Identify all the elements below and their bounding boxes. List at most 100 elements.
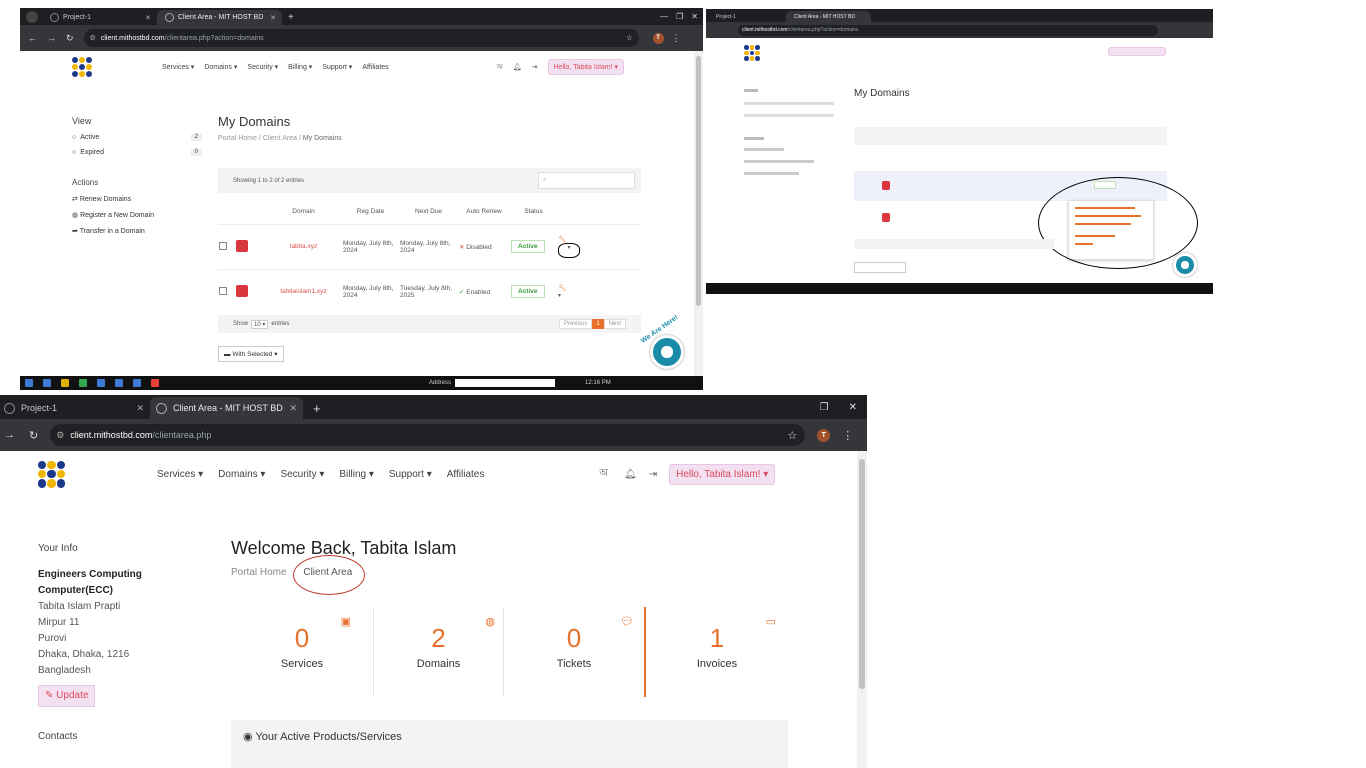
- close-window-icon[interactable]: ✕: [849, 402, 857, 413]
- nav-services[interactable]: Services ▾: [157, 469, 203, 480]
- col-domain[interactable]: Domain: [265, 200, 342, 224]
- taskbar-app-icon[interactable]: [61, 379, 69, 387]
- breadcrumb-client-area[interactable]: Client Area: [263, 135, 297, 142]
- stat-services[interactable]: ▣ 0 Services: [231, 607, 373, 697]
- action-register-domain[interactable]: ◍ Register a New Domain: [72, 211, 202, 219]
- nav-services[interactable]: Services ▾: [162, 63, 194, 71]
- sidebar-item-expired[interactable]: ○ Expired 0: [72, 149, 202, 156]
- tab-project[interactable]: Project-1 ✕: [0, 397, 150, 419]
- wrench-icon[interactable]: 🔧︎: [558, 236, 566, 243]
- url-field[interactable]: ⚙ client.mithostbd.com/clientarea.php ☆: [50, 424, 806, 446]
- page-scrollbar[interactable]: [694, 51, 703, 376]
- bookmark-icon[interactable]: ☆: [787, 429, 797, 442]
- notification-icon[interactable]: 🔔︎: [624, 469, 637, 480]
- profile-avatar[interactable]: T: [652, 32, 664, 44]
- stat-invoices[interactable]: ▭ 1 Invoices: [646, 607, 788, 697]
- update-button[interactable]: ✎ Update: [38, 685, 96, 707]
- logout-icon[interactable]: ⇥: [649, 469, 657, 480]
- bookmark-icon[interactable]: ☆: [626, 34, 632, 42]
- taskbar-app-icon[interactable]: [79, 379, 87, 387]
- profile-avatar[interactable]: T: [817, 428, 831, 442]
- tab-client-area[interactable]: Client Area - MIT HOST BD: [786, 11, 871, 22]
- new-tab-icon[interactable]: +: [288, 12, 294, 23]
- close-window-icon[interactable]: ✕: [691, 12, 698, 21]
- dropdown-toggle[interactable]: ▾: [558, 293, 561, 299]
- url-field[interactable]: ⚙ client.mithostbd.com/clientarea.php?ac…: [83, 29, 639, 47]
- tab-client-area[interactable]: Client Area - MIT HOST BD ✕: [157, 10, 282, 25]
- breadcrumb-portal-home[interactable]: Portal Home: [218, 135, 257, 142]
- nav-support[interactable]: Support ▾: [389, 469, 432, 480]
- table-search-input[interactable]: ⌕: [538, 172, 635, 189]
- col-auto-renew[interactable]: Auto Renew: [458, 200, 510, 224]
- taskbar-address-input[interactable]: [455, 379, 556, 387]
- nav-domains[interactable]: Domains ▾: [218, 469, 265, 480]
- nav-affiliates[interactable]: Affiliates: [362, 64, 388, 71]
- nav-domains[interactable]: Domains ▾: [204, 63, 237, 71]
- language-icon[interactable]: অ: [497, 61, 503, 73]
- reload-icon[interactable]: ↻: [29, 429, 38, 442]
- nav-billing[interactable]: Billing ▾: [339, 469, 374, 480]
- close-icon[interactable]: ✕: [270, 14, 276, 22]
- close-icon[interactable]: ✕: [136, 403, 144, 414]
- close-icon[interactable]: ✕: [145, 14, 151, 22]
- pagination-next[interactable]: Next: [603, 319, 626, 329]
- row-checkbox[interactable]: [219, 286, 227, 295]
- menu-icon[interactable]: ⋮: [672, 33, 681, 44]
- reload-icon[interactable]: ↻: [66, 33, 74, 44]
- nav-security[interactable]: Security ▾: [247, 63, 278, 71]
- minimize-icon[interactable]: —: [660, 12, 668, 21]
- wrench-icon[interactable]: 🔧︎: [558, 285, 566, 292]
- stat-tickets[interactable]: 💬︎ 0 Tickets: [504, 607, 644, 697]
- hello-user-button[interactable]: Hello, Tabita Islam! ▾: [547, 59, 624, 75]
- pagination-page[interactable]: 1: [592, 319, 604, 329]
- taskbar-app-icon[interactable]: [133, 379, 141, 387]
- url-field[interactable]: client.mithostbd.com/clientarea.php?acti…: [738, 24, 1158, 36]
- site-logo[interactable]: [744, 45, 760, 61]
- forward-icon[interactable]: →: [4, 429, 15, 441]
- hello-user-button[interactable]: [1108, 47, 1166, 56]
- close-icon[interactable]: ✕: [289, 403, 297, 414]
- pagination-previous[interactable]: Previous: [558, 319, 593, 329]
- taskbar-app-icon[interactable]: [43, 379, 51, 387]
- forward-icon[interactable]: →: [47, 33, 56, 43]
- logout-icon[interactable]: ⇥: [532, 63, 538, 71]
- action-renew-domains[interactable]: ⇄ Renew Domains: [72, 195, 202, 203]
- taskbar-app-icon[interactable]: [151, 379, 159, 387]
- breadcrumb-portal-home[interactable]: Portal Home: [231, 567, 287, 578]
- nav-security[interactable]: Security ▾: [280, 469, 324, 480]
- taskbar-app-icon[interactable]: [115, 379, 123, 387]
- tab-project[interactable]: Project-1 ✕: [42, 10, 157, 25]
- domain-link[interactable]: tabitaislam1.xyz: [265, 269, 342, 314]
- nav-billing[interactable]: Billing ▾: [288, 63, 312, 71]
- chat-widget-button[interactable]: [650, 335, 684, 369]
- chat-widget-button[interactable]: [1173, 253, 1197, 277]
- restore-icon[interactable]: ❐: [676, 12, 683, 21]
- tab-client-area[interactable]: Client Area - MIT HOST BD ✕: [150, 397, 303, 419]
- language-icon[interactable]: অ: [599, 466, 608, 483]
- back-icon[interactable]: ←: [28, 33, 37, 43]
- nav-affiliates[interactable]: Affiliates: [447, 469, 485, 480]
- nav-support[interactable]: Support ▾: [322, 63, 352, 71]
- row-checkbox[interactable]: [219, 241, 227, 250]
- site-logo[interactable]: [38, 460, 65, 488]
- site-info-icon[interactable]: ⚙: [90, 34, 96, 42]
- with-selected-button[interactable]: ▬ With Selected ▾: [218, 346, 284, 362]
- menu-icon[interactable]: ⋮: [842, 429, 853, 442]
- dropdown-toggle[interactable]: ▾: [558, 243, 580, 258]
- col-next-due[interactable]: Next Due: [399, 200, 458, 224]
- hello-user-button[interactable]: Hello, Tabita Islam! ▾: [669, 463, 776, 485]
- tab-project[interactable]: Project-1: [706, 11, 786, 22]
- taskbar-app-icon[interactable]: [97, 379, 105, 387]
- page-scrollbar[interactable]: [857, 451, 867, 768]
- stat-domains[interactable]: ◍ 2 Domains: [374, 607, 503, 697]
- sidebar-item-active[interactable]: ○ Active 2: [72, 134, 202, 141]
- page-length-select[interactable]: 10 ▾: [251, 319, 269, 329]
- col-reg-date[interactable]: Reg Date: [342, 200, 399, 224]
- domain-link[interactable]: tabita.xyz: [265, 224, 342, 269]
- new-tab-icon[interactable]: +: [313, 401, 321, 416]
- col-status[interactable]: Status: [510, 200, 557, 224]
- action-transfer-domain[interactable]: ➦ Transfer in a Domain: [72, 227, 202, 235]
- restore-icon[interactable]: ❐: [820, 402, 829, 413]
- with-selected-button[interactable]: [854, 262, 906, 273]
- notification-icon[interactable]: 🔔︎: [513, 63, 522, 71]
